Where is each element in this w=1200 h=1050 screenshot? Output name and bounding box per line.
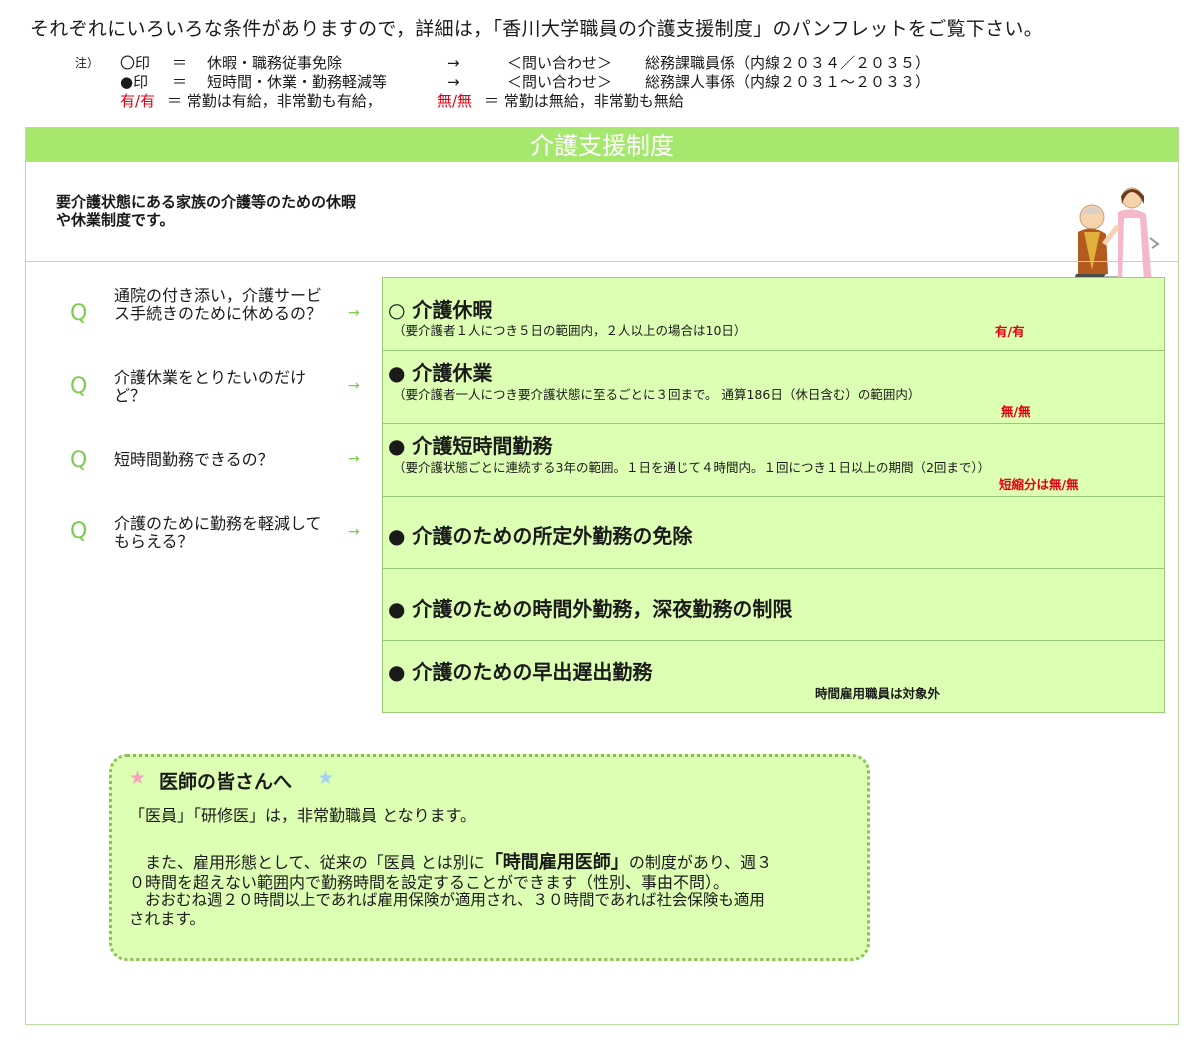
note-contact-label: ＜問い合わせ＞ — [507, 54, 613, 72]
paid-label: 有/有 — [120, 92, 156, 110]
panel-title: 介護支援制度 — [26, 128, 1178, 162]
paid-text: ＝ 常勤は有給，非常勤も有給， — [167, 92, 382, 110]
item-pay-status: 無/無 — [1001, 404, 1031, 419]
doctor-para-3-b: されます。 — [129, 910, 205, 928]
care-support-panel: 介護支援制度 要介護状態にある家族の介護等のための休暇や休業制度です。 Q 通院… — [25, 127, 1179, 1025]
question-text: 介護のために勤務を軽減してもらえる？ — [114, 514, 322, 551]
care-support-items: ○ 介護休暇 （要介護者１人につき５日の範囲内，２人以上の場合は10日） 有/有… — [382, 277, 1165, 713]
item-title: ● 介護休業 — [388, 361, 493, 385]
note-row-2: ●印 ＝ 短時間・休業・勤務軽減等 → ＜問い合わせ＞ 総務課人事係（内線２０３… — [75, 73, 975, 91]
note-eq: ＝ — [172, 73, 188, 91]
question-marker: Q — [70, 301, 88, 326]
note-eq: ＝ — [172, 54, 188, 72]
question-text: 介護休業をとりたいのだけど？ — [114, 368, 307, 405]
question-marker: Q — [70, 519, 88, 544]
question-marker: Q — [70, 448, 88, 473]
intro-text: それぞれにいろいろな条件がありますので，詳細は，「香川大学職員の介護支援制度」の… — [30, 18, 1044, 40]
note-row-3: 有/有 ＝ 常勤は有給，非常勤も有給， 無/無 ＝ 常勤は無給，非常勤も無給 — [75, 92, 975, 110]
doctor-heading: 医師の皆さんへ — [159, 771, 293, 793]
note-arrow: → — [447, 54, 460, 72]
panel-description: 要介護状態にある家族の介護等のための休暇や休業制度です。 — [56, 193, 357, 229]
note-contact: 総務課職員係（内線２０３４／２０３５） — [645, 54, 931, 72]
note-desc: 短時間・休業・勤務軽減等 — [207, 73, 388, 91]
note-contact: 総務課人事係（内線２０３１～２０３３） — [645, 73, 931, 91]
item-title: ● 介護のための所定外勤務の免除 — [388, 524, 693, 548]
question-arrow: → — [348, 305, 360, 321]
item-overtime-exemption: ● 介護のための所定外勤務の免除 — [383, 497, 1164, 569]
note-mark: ●印 — [120, 73, 149, 91]
doctor-notice-box: ★ 医師の皆さんへ ★ 「医員」「研修医」は，非常勤職員 となります。 また、雇… — [109, 754, 870, 961]
note-contact-label: ＜問い合わせ＞ — [507, 73, 613, 91]
item-subtext: （要介護状態ごとに連続する3年の範囲。１日を通じて４時間内。１回につき１日以上の… — [393, 460, 991, 475]
item-short-hours: ● 介護短時間勤務 （要介護状態ごとに連続する3年の範囲。１日を通じて４時間内。… — [383, 424, 1164, 497]
item-title: ○ 介護休暇 — [388, 298, 493, 322]
note-desc: 休暇・職務従事免除 — [207, 54, 343, 72]
note-mark: 〇印 — [120, 54, 151, 72]
question-arrow: → — [348, 524, 360, 540]
unpaid-text: ＝ 常勤は無給，非常勤も無給 — [484, 92, 684, 110]
item-subtext: （要介護者一人につき要介護状態に至るごとに３回まで。 通算186日（休日含む）の… — [393, 387, 921, 402]
question-text: 短時間勤務できるの？ — [114, 450, 274, 469]
item-pay-status: 短縮分は無/無 — [999, 477, 1079, 492]
item-title: ● 介護短時間勤務 — [388, 434, 553, 458]
item-title: ● 介護のための早出遅出勤務 — [388, 660, 653, 684]
doctor-line-1: 「医員」「研修医」は，非常勤職員 となります。 — [129, 806, 477, 825]
question-marker: Q — [70, 374, 88, 399]
blue-star-icon: ★ — [317, 767, 335, 789]
note-prefix: 注） — [75, 56, 100, 70]
item-overtime-limit: ● 介護のための時間外勤務，深夜勤務の制限 — [383, 569, 1164, 641]
item-note: 時間雇用職員は対象外 — [815, 686, 941, 701]
doctor-para-3-a: おおむね週２０時間以上であれば雇用保険が適用され、３０時間であれば社会保険も適用 — [145, 891, 765, 909]
item-care-absence: ● 介護休業 （要介護者一人につき要介護状態に至るごとに３回まで。 通算186日… — [383, 351, 1164, 424]
note-row-1: 注） 〇印 ＝ 休暇・職務従事免除 → ＜問い合わせ＞ 総務課職員係（内線２０３… — [75, 54, 975, 72]
item-title: ● 介護のための時間外勤務，深夜勤務の制限 — [388, 597, 793, 621]
unpaid-label: 無/無 — [437, 92, 473, 110]
question-arrow: → — [348, 451, 360, 467]
item-flexible-shift: ● 介護のための早出遅出勤務 時間雇用職員は対象外 — [383, 641, 1164, 712]
item-subtext: （要介護者１人につき５日の範囲内，２人以上の場合は10日） — [393, 323, 747, 338]
panel-divider — [26, 261, 1178, 262]
note-arrow: → — [447, 73, 460, 91]
question-arrow: → — [348, 378, 360, 394]
pink-star-icon: ★ — [129, 767, 147, 789]
item-pay-status: 有/有 — [995, 324, 1025, 339]
item-care-leave: ○ 介護休暇 （要介護者１人につき５日の範囲内，２人以上の場合は10日） 有/有 — [383, 278, 1164, 351]
question-text: 通院の付き添い，介護サービス手続きのために休めるの？ — [114, 286, 323, 323]
